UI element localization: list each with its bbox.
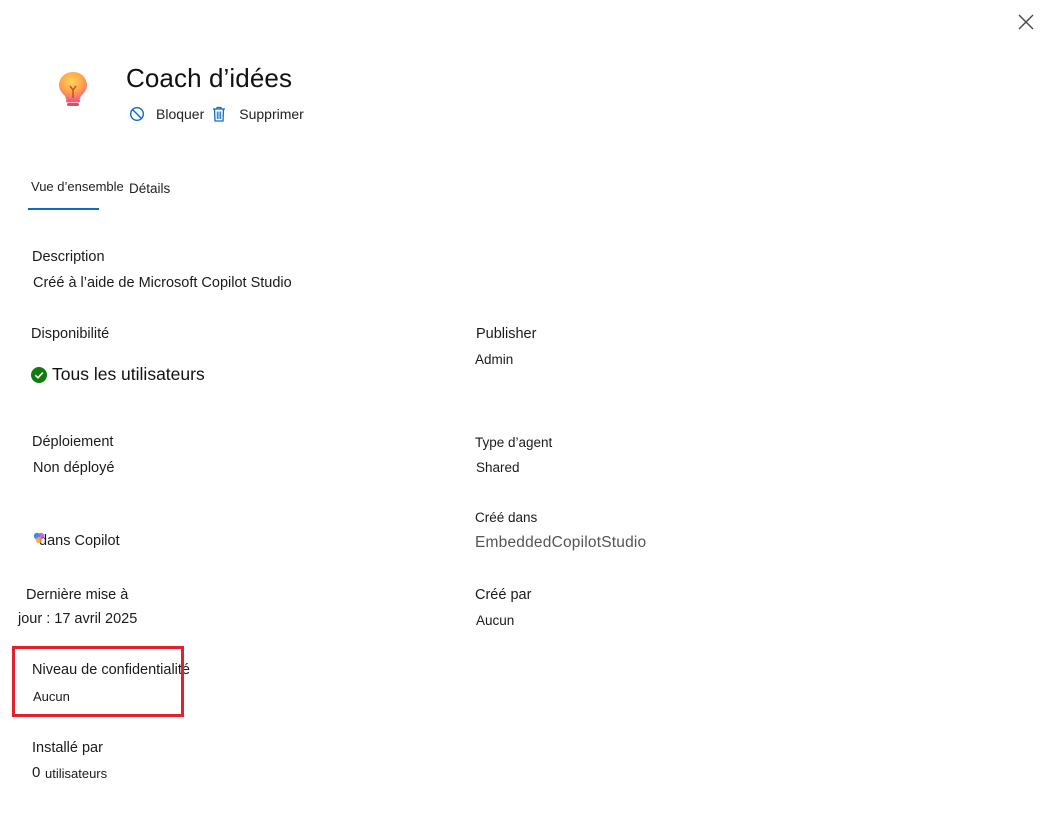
installed-by-count: 0 xyxy=(32,764,41,781)
copilot-row: dans Copilot xyxy=(33,532,120,549)
deployment-value: Non déployé xyxy=(33,460,115,476)
created-in-value: EmbeddedCopilotStudio xyxy=(475,534,647,551)
action-bar: Bloquer Supprimer xyxy=(128,102,304,126)
copilot-icon xyxy=(33,532,45,544)
last-update-label: Dernière mise à xyxy=(26,587,129,603)
availability-label: Disponibilité xyxy=(31,326,110,342)
agent-type-value: Shared xyxy=(476,460,520,475)
delete-label: Supprimer xyxy=(239,106,304,122)
tab-selected-indicator xyxy=(28,208,99,210)
page-title: Coach d’idées xyxy=(126,63,293,93)
last-update-value: jour : 17 avril 2025 xyxy=(18,611,138,627)
block-button[interactable]: Bloquer xyxy=(128,105,204,123)
block-icon xyxy=(128,105,146,123)
block-label: Bloquer xyxy=(156,106,205,122)
close-icon xyxy=(1018,14,1034,30)
description-value: Créé à l’aide de Microsoft Copilot Studi… xyxy=(33,275,292,291)
tab-details[interactable]: Détails xyxy=(129,181,170,196)
publisher-label: Publisher xyxy=(476,326,537,342)
trash-icon xyxy=(210,105,228,123)
publisher-value: Admin xyxy=(475,352,514,367)
description-label: Description xyxy=(32,249,105,265)
installed-by-unit: utilisateurs xyxy=(45,766,108,781)
lightbulb-icon xyxy=(54,68,92,110)
deployment-label: Déploiement xyxy=(32,434,114,450)
highlight-box xyxy=(12,646,184,717)
created-in-label: Créé dans xyxy=(475,510,538,525)
close-button[interactable] xyxy=(1015,11,1037,33)
tab-overview[interactable]: Vue d’ensemble xyxy=(31,179,124,194)
availability-text: Tous les utilisateurs xyxy=(52,364,205,384)
copilot-text: dans Copilot xyxy=(39,533,120,549)
agent-type-label: Type d’agent xyxy=(475,435,553,450)
availability-value: Tous les utilisateurs xyxy=(31,364,205,385)
created-by-value: Aucun xyxy=(476,613,515,628)
created-by-label: Créé par xyxy=(475,587,532,603)
installed-by-label: Installé par xyxy=(32,740,103,756)
check-circle-icon xyxy=(31,366,47,383)
delete-button[interactable]: Supprimer xyxy=(210,105,304,123)
